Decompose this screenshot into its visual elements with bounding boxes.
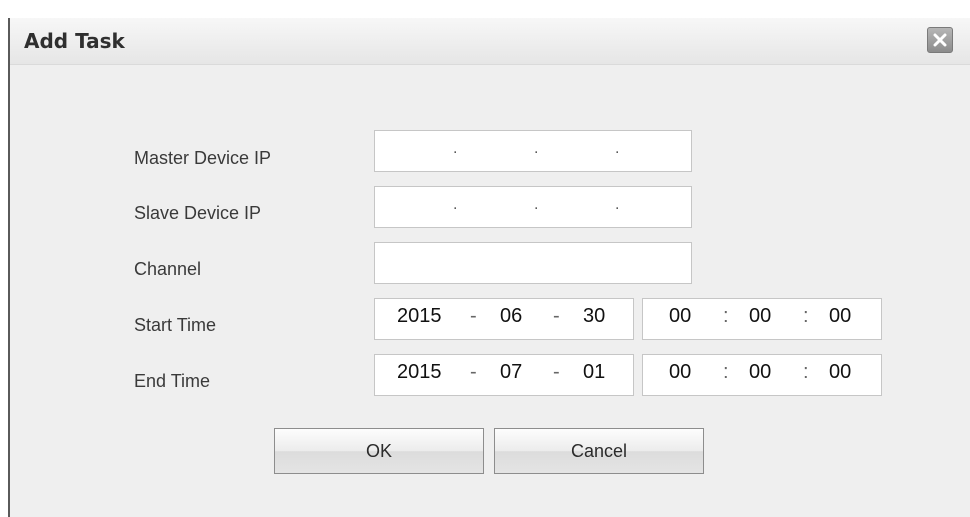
date-separator: - xyxy=(470,361,477,383)
start-second[interactable]: 00 xyxy=(829,305,851,328)
end-hour[interactable]: 00 xyxy=(669,361,691,384)
end-minute[interactable]: 00 xyxy=(749,361,771,384)
cancel-button[interactable]: Cancel xyxy=(494,428,704,474)
master-ip-input[interactable]: . . . xyxy=(374,130,692,172)
end-time-label: End Time xyxy=(134,371,211,391)
add-task-dialog: Add Task Master Device IP . . . Slave De… xyxy=(10,18,970,517)
ip-separator: . xyxy=(615,196,620,213)
channel-input[interactable] xyxy=(374,242,692,284)
slave-ip-label: Slave Device IP xyxy=(134,203,262,223)
end-clock-input[interactable]: 00 : 00 : 00 xyxy=(642,354,882,396)
start-hour[interactable]: 00 xyxy=(669,305,691,328)
start-clock-input[interactable]: 00 : 00 : 00 xyxy=(642,298,882,340)
dialog-titlebar: Add Task xyxy=(10,18,970,65)
end-date-input[interactable]: 2015 - 07 - 01 xyxy=(374,354,634,396)
ip-separator: . xyxy=(615,140,620,157)
time-separator: : xyxy=(803,361,809,383)
start-date-input[interactable]: 2015 - 06 - 30 xyxy=(374,298,634,340)
end-day[interactable]: 01 xyxy=(583,361,605,384)
ip-separator: . xyxy=(453,140,458,157)
end-second[interactable]: 00 xyxy=(829,361,851,384)
time-separator: : xyxy=(723,361,729,383)
time-separator: : xyxy=(803,305,809,327)
close-button[interactable] xyxy=(927,27,953,53)
dialog-title: Add Task xyxy=(24,29,125,53)
start-time-label: Start Time xyxy=(134,315,217,335)
channel-label: Channel xyxy=(134,259,202,279)
slave-ip-input[interactable]: . . . xyxy=(374,186,692,228)
start-minute[interactable]: 00 xyxy=(749,305,771,328)
ip-separator: . xyxy=(534,196,539,213)
date-separator: - xyxy=(470,305,477,327)
close-icon xyxy=(933,33,947,47)
screen: Add Task Master Device IP . . . Slave De… xyxy=(0,0,970,517)
start-year[interactable]: 2015 xyxy=(397,305,442,328)
start-month[interactable]: 06 xyxy=(500,305,522,328)
ok-button[interactable]: OK xyxy=(274,428,484,474)
date-separator: - xyxy=(553,361,560,383)
end-year[interactable]: 2015 xyxy=(397,361,442,384)
master-ip-label: Master Device IP xyxy=(134,148,272,168)
end-month[interactable]: 07 xyxy=(500,361,522,384)
time-separator: : xyxy=(723,305,729,327)
start-day[interactable]: 30 xyxy=(583,305,605,328)
ip-separator: . xyxy=(453,196,458,213)
ip-separator: . xyxy=(534,140,539,157)
date-separator: - xyxy=(553,305,560,327)
